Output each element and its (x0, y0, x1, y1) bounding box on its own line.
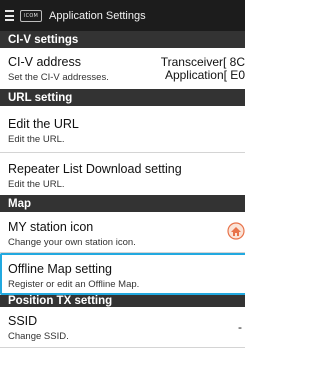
app-title: Application Settings (49, 9, 146, 22)
civ-application-value: Application[ E0 (164, 68, 245, 82)
divider (0, 347, 245, 348)
station-icon (227, 222, 245, 240)
menu-icon[interactable] (5, 10, 14, 21)
section-header-position-tx: Position TX setting (0, 295, 245, 307)
my-station-icon-title: MY station icon (8, 220, 94, 234)
my-station-icon-row[interactable]: MY station icon Change your own station … (0, 212, 245, 252)
ssid-row[interactable]: SSID Change SSID. - (0, 307, 245, 347)
repeater-list-row[interactable]: Repeater List Download setting Edit the … (0, 153, 245, 195)
edit-url-row[interactable]: Edit the URL Edit the URL. (0, 106, 245, 152)
offline-map-row[interactable]: Offline Map setting Register or edit an … (0, 253, 245, 295)
repeater-list-subtitle: Edit the URL. (8, 179, 65, 190)
repeater-list-title: Repeater List Download setting (8, 162, 182, 176)
app-bar: ICOM Application Settings (0, 0, 245, 31)
section-header-map: Map (0, 195, 245, 212)
ssid-value: - (238, 320, 242, 334)
civ-address-title: CI-V address (8, 55, 81, 69)
icom-logo: ICOM (20, 9, 42, 22)
edit-url-subtitle: Edit the URL. (8, 134, 65, 145)
civ-address-subtitle: Set the CI-V addresses. (8, 72, 109, 83)
ssid-subtitle: Change SSID. (8, 331, 69, 342)
section-header-url: URL setting (0, 89, 245, 106)
civ-address-row[interactable]: CI-V address Set the CI-V addresses. Tra… (0, 48, 245, 89)
offline-map-subtitle: Register or edit an Offline Map. (8, 279, 140, 290)
my-station-icon-subtitle: Change your own station icon. (8, 237, 136, 248)
section-header-position-tx-label: Position TX setting (8, 295, 113, 307)
ssid-title: SSID (8, 314, 38, 328)
edit-url-title: Edit the URL (8, 117, 79, 131)
offline-map-title: Offline Map setting (8, 262, 112, 276)
section-header-civ: CI-V settings (0, 31, 245, 48)
